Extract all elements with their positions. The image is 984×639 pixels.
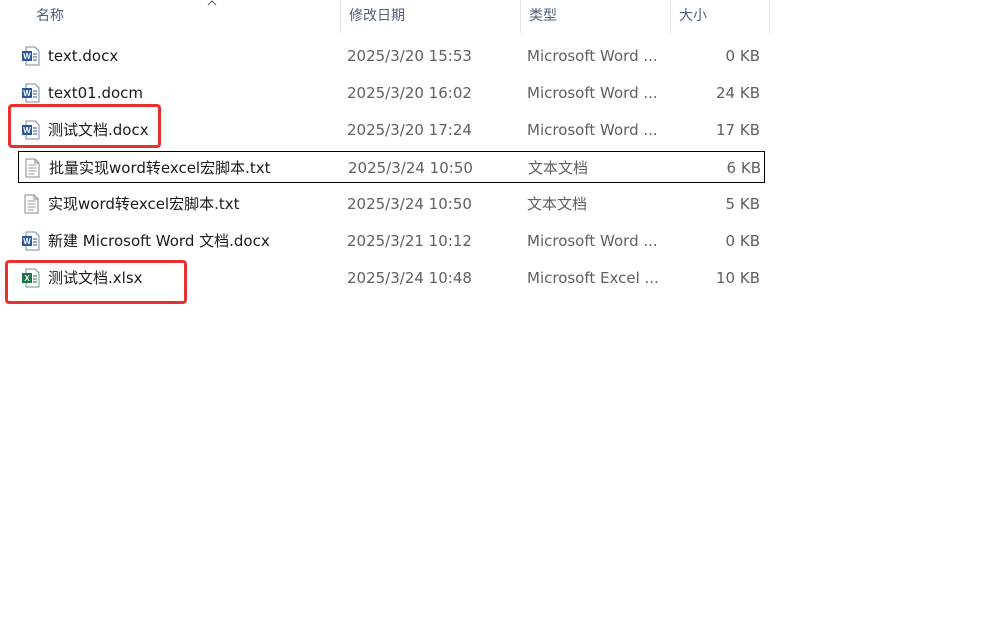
sort-ascending-icon — [207, 0, 217, 6]
word-doc-icon: W — [21, 120, 43, 140]
file-size: 0 KB — [725, 232, 760, 250]
file-type: 文本文档 — [528, 159, 589, 177]
file-name[interactable]: 新建 Microsoft Word 文档.docx — [48, 225, 338, 257]
file-name[interactable]: 批量实现word转excel宏脚本.txt — [49, 152, 339, 184]
file-size: 5 KB — [725, 195, 760, 213]
column-type-label: 类型 — [529, 8, 557, 24]
column-date-header[interactable]: 修改日期 — [340, 0, 520, 33]
column-type-header[interactable]: 类型 — [520, 0, 670, 33]
file-type: Microsoft Word ... — [527, 232, 658, 250]
text-file-icon — [21, 194, 43, 214]
file-date: 2025/3/24 10:48 — [347, 269, 472, 287]
excel-doc-icon: X — [21, 268, 43, 288]
svg-text:W: W — [23, 126, 31, 135]
file-size: 17 KB — [716, 121, 760, 139]
file-row[interactable]: 实现word转excel宏脚本.txt 2025/3/24 10:50 文本文档… — [18, 188, 765, 220]
file-size: 24 KB — [716, 84, 760, 102]
file-type: Microsoft Word ... — [527, 121, 658, 139]
file-date: 2025/3/21 10:12 — [347, 232, 472, 250]
svg-text:W: W — [23, 237, 31, 246]
file-name[interactable]: text01.docm — [48, 77, 338, 109]
file-type: Microsoft Word ... — [527, 47, 658, 65]
word-doc-icon: W — [21, 231, 43, 251]
file-name[interactable]: 实现word转excel宏脚本.txt — [48, 188, 338, 220]
column-name-label: 名称 — [36, 8, 64, 24]
word-doc-icon: W — [21, 83, 43, 103]
file-explorer: 名称 修改日期 类型 大小 W text.docx 2025/3/20 15:5… — [0, 0, 984, 639]
column-name-header[interactable]: 名称 — [28, 0, 340, 33]
file-row[interactable]: W text.docx 2025/3/20 15:53 Microsoft Wo… — [18, 40, 765, 72]
file-row[interactable]: W 测试文档.docx 2025/3/20 17:24 Microsoft Wo… — [18, 114, 765, 146]
file-type: Microsoft Excel ... — [527, 269, 659, 287]
file-row[interactable]: W 新建 Microsoft Word 文档.docx 2025/3/21 10… — [18, 225, 765, 257]
file-row[interactable]: W text01.docm 2025/3/20 16:02 Microsoft … — [18, 77, 765, 109]
file-type: Microsoft Word ... — [527, 84, 658, 102]
file-size: 6 KB — [726, 159, 761, 177]
word-doc-icon: W — [21, 46, 43, 66]
file-date: 2025/3/20 17:24 — [347, 121, 472, 139]
column-date-label: 修改日期 — [349, 8, 405, 24]
file-size: 10 KB — [716, 269, 760, 287]
column-size-header[interactable]: 大小 — [670, 0, 770, 33]
text-file-icon — [22, 158, 44, 178]
file-row[interactable]: X 测试文档.xlsx 2025/3/24 10:48 Microsoft Ex… — [18, 262, 765, 294]
file-date: 2025/3/20 15:53 — [347, 47, 472, 65]
file-name[interactable]: 测试文档.xlsx — [48, 262, 338, 294]
svg-text:W: W — [23, 89, 31, 98]
svg-text:X: X — [24, 274, 30, 283]
column-size-label: 大小 — [679, 8, 707, 24]
file-date: 2025/3/24 10:50 — [347, 195, 472, 213]
file-size: 0 KB — [725, 47, 760, 65]
svg-text:W: W — [23, 52, 31, 61]
file-name[interactable]: 测试文档.docx — [48, 114, 338, 146]
file-row[interactable]: 批量实现word转excel宏脚本.txt 2025/3/24 10:50 文本… — [18, 151, 765, 183]
file-name[interactable]: text.docx — [48, 40, 338, 72]
file-date: 2025/3/24 10:50 — [348, 159, 473, 177]
column-header: 名称 修改日期 类型 大小 — [0, 0, 770, 34]
file-date: 2025/3/20 16:02 — [347, 84, 472, 102]
file-type: 文本文档 — [527, 195, 588, 213]
